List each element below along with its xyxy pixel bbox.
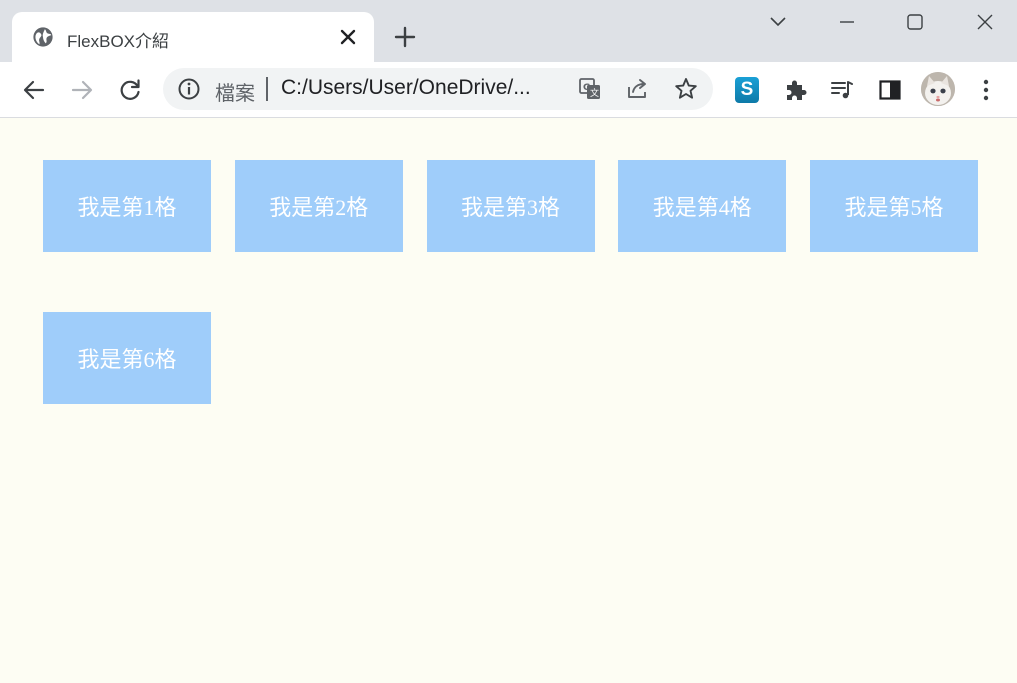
- address-bar[interactable]: 檔案 C:/Users/User/OneDrive/... G 文: [163, 68, 713, 110]
- tab-strip: FlexBOX介紹: [0, 0, 1017, 62]
- address-scheme-label: 檔案: [215, 83, 255, 105]
- close-window-icon[interactable]: [973, 10, 997, 34]
- browser-tab[interactable]: FlexBOX介紹: [12, 12, 374, 62]
- side-panel-icon[interactable]: [877, 77, 903, 103]
- flex-box-5: 我是第5格: [810, 160, 978, 252]
- close-tab-icon[interactable]: [338, 27, 358, 47]
- more-menu-icon[interactable]: [973, 77, 999, 103]
- tab-search-chevron-icon[interactable]: [766, 10, 790, 34]
- media-control-icon[interactable]: [829, 77, 855, 103]
- page-content: 我是第1格 我是第2格 我是第3格 我是第4格 我是第5格 我是第6格: [0, 118, 1017, 683]
- extensions-puzzle-icon[interactable]: [782, 77, 808, 103]
- share-icon[interactable]: [625, 76, 651, 102]
- tab-title: FlexBOX介紹: [67, 32, 170, 51]
- flex-container: 我是第1格 我是第2格 我是第3格 我是第4格 我是第5格 我是第6格: [43, 160, 978, 404]
- svg-text:文: 文: [590, 87, 599, 99]
- new-tab-icon[interactable]: [394, 26, 416, 48]
- flex-box-3: 我是第3格: [426, 160, 595, 252]
- back-arrow-icon[interactable]: [21, 77, 47, 103]
- profile-avatar[interactable]: [921, 72, 955, 106]
- flex-box-6: 我是第6格: [43, 312, 211, 404]
- globe-icon: [33, 27, 53, 47]
- bookmark-star-icon[interactable]: [673, 76, 699, 102]
- maximize-icon[interactable]: [903, 10, 927, 34]
- site-info-icon[interactable]: [177, 77, 201, 101]
- address-url[interactable]: C:/Users/User/OneDrive/...: [281, 76, 531, 100]
- address-divider: [266, 77, 268, 101]
- reload-icon[interactable]: [117, 77, 143, 103]
- flex-box-1: 我是第1格: [43, 160, 211, 252]
- forward-arrow-icon[interactable]: [69, 77, 95, 103]
- skype-extension-icon[interactable]: S: [735, 77, 759, 103]
- cat-avatar-image: [921, 72, 955, 106]
- browser-toolbar: 檔案 C:/Users/User/OneDrive/... G 文 S: [0, 62, 1017, 118]
- flex-box-4: 我是第4格: [618, 160, 787, 252]
- flex-box-2: 我是第2格: [234, 160, 403, 252]
- minimize-icon[interactable]: [835, 10, 859, 34]
- translate-icon[interactable]: G 文: [577, 76, 603, 102]
